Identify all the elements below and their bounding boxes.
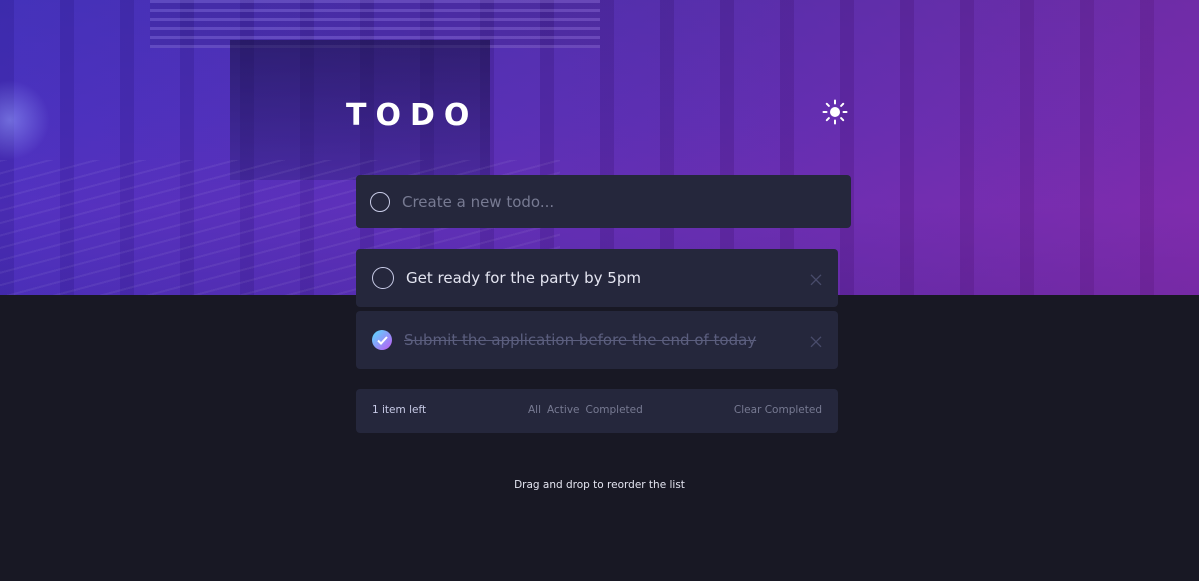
new-todo-circle-icon[interactable] bbox=[370, 191, 390, 212]
filter-completed[interactable]: Completed bbox=[586, 404, 643, 416]
todo-text: Get ready for the party by 5pm bbox=[406, 269, 641, 287]
todo-checkbox-checked[interactable] bbox=[372, 330, 392, 350]
theme-toggle-button[interactable] bbox=[821, 98, 849, 126]
new-todo-form bbox=[356, 175, 851, 228]
drag-hint: Drag and drop to reorder the list bbox=[514, 479, 685, 491]
clear-completed-button[interactable]: Clear Completed bbox=[734, 404, 822, 416]
items-left-count: 1 item left bbox=[372, 404, 427, 416]
close-icon bbox=[810, 336, 822, 348]
sun-icon bbox=[822, 99, 848, 125]
filter-all[interactable]: All bbox=[528, 404, 541, 416]
delete-todo-button[interactable] bbox=[810, 333, 822, 348]
todo-item[interactable]: Get ready for the party by 5pm bbox=[356, 249, 838, 307]
hero-light-glow bbox=[0, 80, 50, 160]
filter-group: All Active Completed bbox=[528, 404, 643, 416]
close-icon bbox=[810, 274, 822, 286]
new-todo-input[interactable] bbox=[402, 192, 822, 211]
todo-checkbox[interactable] bbox=[372, 267, 394, 289]
todo-text: Submit the application before the end of… bbox=[404, 331, 757, 349]
filter-active[interactable]: Active bbox=[547, 404, 579, 416]
check-icon bbox=[376, 335, 388, 345]
delete-todo-button[interactable] bbox=[810, 271, 822, 286]
todo-item[interactable]: Submit the application before the end of… bbox=[356, 311, 838, 369]
todo-footer: 1 item left All Active Completed Clear C… bbox=[356, 389, 838, 433]
page-title: TODO bbox=[346, 98, 479, 133]
